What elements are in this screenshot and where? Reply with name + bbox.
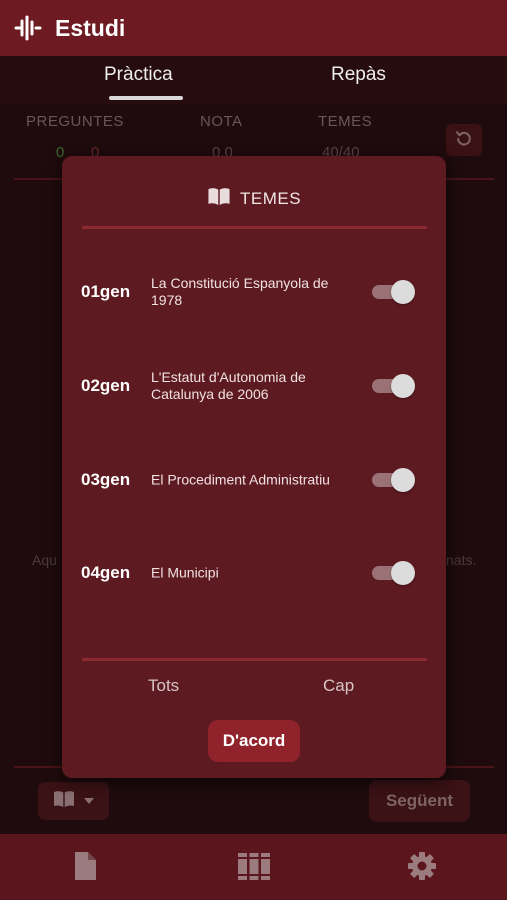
topics-dropdown-button[interactable] <box>38 782 109 820</box>
topic-code: 02gen <box>81 376 131 395</box>
topic-code: 03gen <box>81 470 131 489</box>
topic-item: 04gen El Municipi <box>62 543 446 603</box>
topic-name: El Municipi <box>151 564 219 581</box>
topic-code: 01gen <box>81 282 131 301</box>
topic-toggle[interactable] <box>370 561 415 585</box>
nav-settings[interactable] <box>405 851 439 885</box>
confirm-button[interactable]: D'acord <box>208 720 300 762</box>
tab-bar: Pràctica Repàs <box>0 56 507 104</box>
topic-item: 03gen El Procediment Administratiu <box>62 450 446 510</box>
stat-label-nota: NOTA <box>200 113 243 130</box>
topic-toggle[interactable] <box>370 374 415 398</box>
dialog-header: TEMES <box>62 186 446 212</box>
background-hint-right: nats. <box>446 552 477 568</box>
reset-button[interactable] <box>446 124 482 156</box>
dialog-title: TEMES <box>239 189 302 208</box>
document-icon <box>72 851 98 886</box>
nav-library[interactable] <box>237 851 271 885</box>
tab-repas[interactable]: Repàs <box>331 64 386 86</box>
chevron-down-icon <box>83 792 95 810</box>
topic-toggle[interactable] <box>370 280 415 304</box>
topic-code: 04gen <box>81 563 131 582</box>
soundwave-icon <box>13 13 43 43</box>
nav-document[interactable] <box>68 851 102 885</box>
topic-toggle[interactable] <box>370 468 415 492</box>
topic-name: L'Estatut d'Autonomia de Catalunya de 20… <box>151 369 306 402</box>
refresh-icon <box>454 128 474 153</box>
app-title: Estudi <box>55 14 126 41</box>
topics-dialog: TEMES 01gen La Constitució Espanyola de … <box>62 156 446 778</box>
bottom-nav <box>0 834 507 900</box>
select-none-button[interactable]: Cap <box>323 676 354 696</box>
dialog-divider-bottom <box>82 658 427 661</box>
books-icon <box>237 851 271 886</box>
gear-icon <box>407 851 437 886</box>
topic-name: La Constitució Espanyola de 1978 <box>151 275 329 308</box>
stat-correct-count: 0 <box>56 144 65 161</box>
next-button[interactable]: Següent <box>369 780 470 822</box>
book-open-icon <box>53 790 75 813</box>
dialog-divider-top <box>82 226 427 229</box>
book-open-icon <box>207 187 231 211</box>
stat-label-preguntes: PREGUNTES <box>26 113 124 130</box>
stat-label-temes: TEMES <box>318 113 373 130</box>
topic-item: 01gen La Constitució Espanyola de 1978 <box>62 262 446 322</box>
topic-name: El Procediment Administratiu <box>151 471 330 488</box>
background-hint-left: Aqu <box>32 552 57 568</box>
app-bar: Estudi <box>0 0 507 56</box>
topic-item: 02gen L'Estatut d'Autonomia de Catalunya… <box>62 356 446 416</box>
tab-practica[interactable]: Pràctica <box>104 64 173 86</box>
active-tab-indicator <box>109 96 183 100</box>
select-all-button[interactable]: Tots <box>148 676 179 696</box>
